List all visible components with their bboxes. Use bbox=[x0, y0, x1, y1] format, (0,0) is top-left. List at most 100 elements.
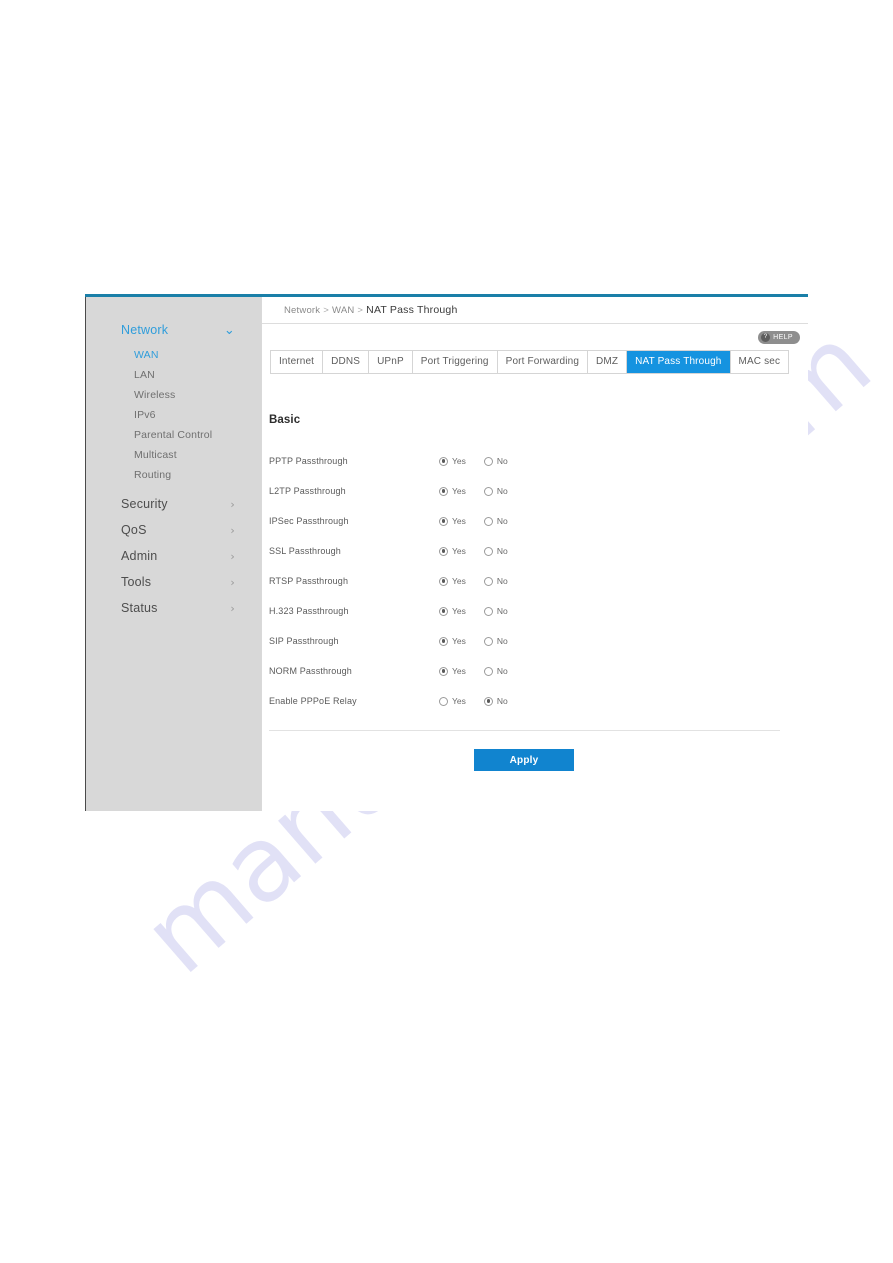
sidebar-item-wan[interactable]: WAN bbox=[86, 345, 261, 365]
radio-yes-icon[interactable] bbox=[439, 696, 448, 706]
chevron-down-icon: ⌄ bbox=[223, 322, 235, 338]
help-button[interactable]: ? HELP bbox=[758, 331, 800, 344]
sidebar-item-multicast[interactable]: Multicast bbox=[86, 445, 261, 465]
radio-group: Yes No bbox=[439, 666, 508, 676]
radio-group: Yes No bbox=[439, 516, 508, 526]
radio-option-label: Yes bbox=[452, 546, 466, 556]
radio-option-yes[interactable]: Yes bbox=[439, 456, 466, 466]
radio-option-no[interactable]: No bbox=[483, 486, 508, 496]
apply-button[interactable]: Apply bbox=[474, 749, 574, 771]
tab-mac-sec[interactable]: MAC sec bbox=[731, 351, 789, 373]
chevron-right-icon: › bbox=[230, 601, 235, 615]
radio-option-label: No bbox=[496, 456, 508, 466]
radio-option-yes[interactable]: Yes bbox=[439, 666, 466, 676]
router-admin-window: Network ⌄ WAN LAN Wireless IPv6 Parental Contr… bbox=[85, 294, 808, 811]
radio-option-yes[interactable]: Yes bbox=[439, 516, 466, 526]
sidebar-item-ipv6[interactable]: IPv6 bbox=[86, 405, 261, 425]
sidebar-submenu: WAN LAN Wireless IPv6 Parental Control Multic… bbox=[86, 343, 261, 491]
tab-port-triggering[interactable]: Port Triggering bbox=[413, 351, 498, 373]
radio-yes-icon[interactable] bbox=[439, 666, 448, 676]
radio-yes-icon[interactable] bbox=[439, 516, 448, 526]
radio-option-no[interactable]: No bbox=[483, 516, 508, 526]
breadcrumb-mid[interactable]: WAN bbox=[332, 305, 354, 316]
content-area: Network > WAN > NAT Pass Through ? HELP Inte… bbox=[261, 297, 808, 811]
radio-no-icon[interactable] bbox=[483, 696, 493, 706]
radio-no-icon[interactable] bbox=[483, 486, 493, 496]
radio-group: Yes No bbox=[439, 456, 508, 466]
radio-no-icon[interactable] bbox=[483, 456, 493, 466]
tab-dmz[interactable]: DMZ bbox=[588, 351, 628, 373]
tab-internet[interactable]: Internet bbox=[271, 351, 324, 373]
sidebar-item-parental-control[interactable]: Parental Control bbox=[86, 425, 261, 445]
radio-no-icon[interactable] bbox=[483, 546, 493, 556]
radio-option-label: No bbox=[496, 486, 508, 496]
radio-no-icon[interactable] bbox=[483, 636, 493, 646]
tab-bar: Internet DDNS UPnP Port Triggering Port Forw… bbox=[270, 350, 790, 374]
radio-no-icon[interactable] bbox=[483, 576, 493, 586]
radio-option-label: Yes bbox=[452, 516, 466, 526]
sidebar-group-network[interactable]: Network ⌄ bbox=[86, 317, 261, 343]
settings-form: PPTP Passthrough Yes No L2TP Passthrough Yes… bbox=[262, 446, 808, 716]
sidebar-item-lan[interactable]: LAN bbox=[86, 365, 261, 385]
radio-no-icon[interactable] bbox=[483, 516, 493, 526]
form-row: RTSP Passthrough Yes No bbox=[262, 566, 808, 596]
sidebar-item-routing[interactable]: Routing bbox=[86, 465, 261, 485]
radio-yes-icon[interactable] bbox=[439, 636, 448, 646]
sidebar-group-security[interactable]: Security › bbox=[86, 491, 261, 517]
radio-no-icon[interactable] bbox=[483, 666, 493, 676]
help-row: ? HELP bbox=[262, 324, 808, 348]
question-mark-icon: ? bbox=[761, 333, 771, 342]
sidebar-navigation: Network ⌄ WAN LAN Wireless IPv6 Parental Contr… bbox=[85, 297, 261, 811]
radio-option-yes[interactable]: Yes bbox=[439, 486, 466, 496]
sidebar-item-wireless[interactable]: Wireless bbox=[86, 385, 261, 405]
tab-ddns[interactable]: DDNS bbox=[323, 351, 370, 373]
form-row-label: NORM Passthrough bbox=[269, 666, 352, 676]
sidebar-group-status[interactable]: Status › bbox=[86, 595, 261, 621]
sidebar-group-label: Tools bbox=[121, 575, 152, 589]
breadcrumb: Network > WAN > NAT Pass Through bbox=[284, 304, 458, 316]
radio-option-yes[interactable]: Yes bbox=[439, 636, 466, 646]
breadcrumb-root[interactable]: Network bbox=[284, 305, 320, 316]
radio-option-label: No bbox=[496, 636, 508, 646]
form-row-label: L2TP Passthrough bbox=[269, 486, 346, 496]
radio-option-no[interactable]: No bbox=[483, 696, 508, 706]
radio-group: Yes No bbox=[439, 486, 508, 496]
radio-group: Yes No bbox=[439, 606, 508, 616]
radio-option-no[interactable]: No bbox=[483, 666, 508, 676]
radio-option-yes[interactable]: Yes bbox=[439, 696, 466, 706]
tab-nat-pass-through[interactable]: NAT Pass Through bbox=[627, 351, 731, 373]
form-row: SSL Passthrough Yes No bbox=[262, 536, 808, 566]
radio-yes-icon[interactable] bbox=[439, 546, 448, 556]
radio-yes-icon[interactable] bbox=[439, 576, 448, 586]
chevron-right-icon: › bbox=[230, 575, 235, 589]
radio-option-yes[interactable]: Yes bbox=[439, 606, 466, 616]
form-row-label: SSL Passthrough bbox=[269, 546, 341, 556]
chevron-right-icon: › bbox=[230, 497, 235, 511]
tab-port-forwarding[interactable]: Port Forwarding bbox=[498, 351, 589, 373]
radio-yes-icon[interactable] bbox=[439, 456, 448, 466]
radio-option-no[interactable]: No bbox=[483, 576, 508, 586]
breadcrumb-bar: Network > WAN > NAT Pass Through bbox=[262, 297, 808, 324]
radio-option-yes[interactable]: Yes bbox=[439, 546, 466, 556]
radio-option-label: Yes bbox=[452, 666, 466, 676]
radio-option-yes[interactable]: Yes bbox=[439, 576, 466, 586]
radio-option-no[interactable]: No bbox=[483, 546, 508, 556]
radio-option-label: No bbox=[496, 666, 508, 676]
radio-yes-icon[interactable] bbox=[439, 606, 448, 616]
form-divider bbox=[269, 730, 780, 731]
tab-upnp[interactable]: UPnP bbox=[369, 351, 413, 373]
sidebar-group-qos[interactable]: QoS › bbox=[86, 517, 261, 543]
breadcrumb-current: NAT Pass Through bbox=[366, 304, 458, 316]
form-row: H.323 Passthrough Yes No bbox=[262, 596, 808, 626]
radio-no-icon[interactable] bbox=[483, 606, 493, 616]
sidebar-group-admin[interactable]: Admin › bbox=[86, 543, 261, 569]
radio-option-no[interactable]: No bbox=[483, 606, 508, 616]
sidebar-group-tools[interactable]: Tools › bbox=[86, 569, 261, 595]
radio-option-no[interactable]: No bbox=[483, 456, 508, 466]
apply-row: Apply bbox=[262, 749, 808, 771]
radio-yes-icon[interactable] bbox=[439, 486, 448, 496]
form-row-label: IPSec Passthrough bbox=[269, 516, 349, 526]
radio-option-label: No bbox=[496, 516, 508, 526]
sidebar-group-label: Network bbox=[121, 323, 169, 337]
radio-option-no[interactable]: No bbox=[483, 636, 508, 646]
